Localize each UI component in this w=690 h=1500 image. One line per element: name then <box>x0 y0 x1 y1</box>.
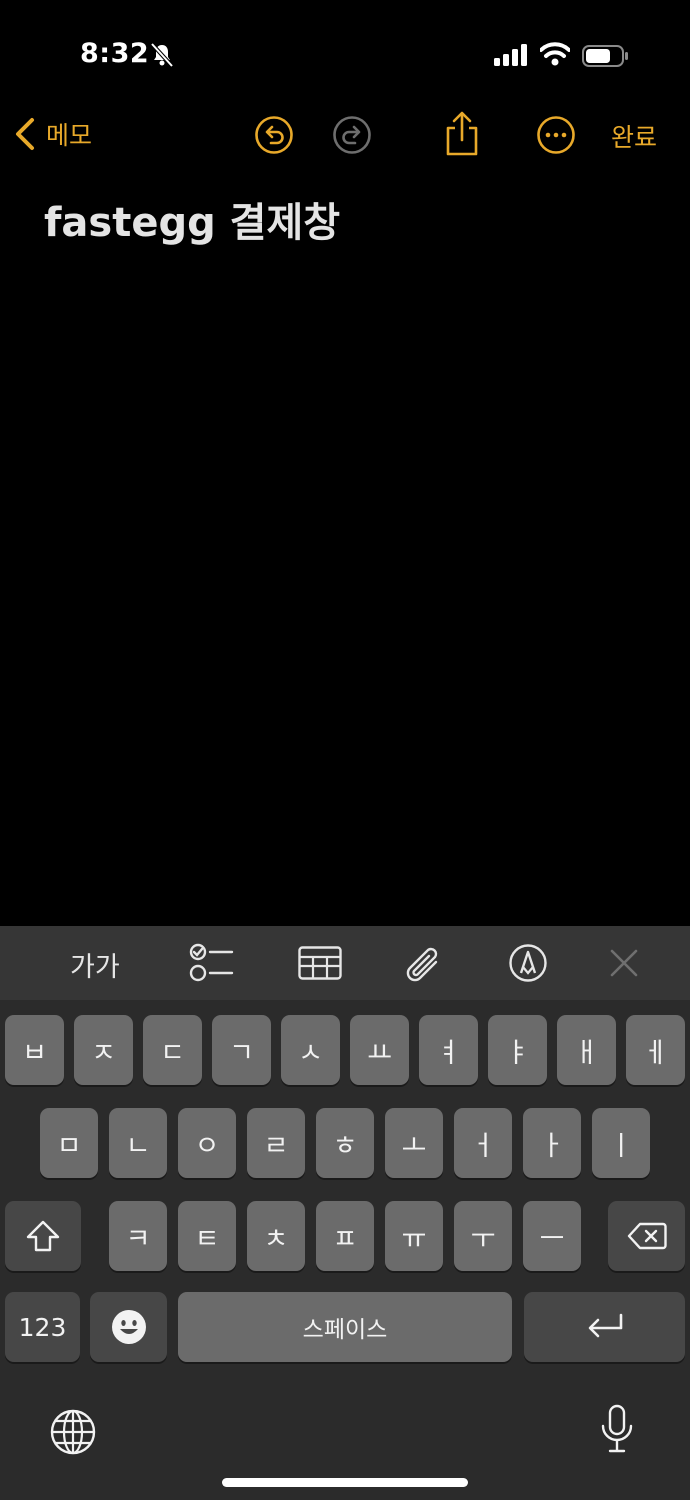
chevron-left-icon <box>16 118 34 150</box>
key-19[interactable]: ㅣ <box>592 1108 650 1178</box>
cellular-signal-icon <box>494 44 527 66</box>
emoji-key[interactable] <box>90 1292 167 1362</box>
markup-pen-icon[interactable] <box>508 943 548 983</box>
back-button-label: 메모 <box>46 121 93 150</box>
key-6[interactable]: ㅛ <box>350 1015 409 1085</box>
key-7[interactable]: ㅕ <box>419 1015 478 1085</box>
key-26[interactable]: ㅡ <box>523 1201 581 1271</box>
close-keyboard-icon[interactable] <box>608 947 640 979</box>
key-17[interactable]: ㅓ <box>454 1108 512 1178</box>
key-3[interactable]: ㄷ <box>143 1015 202 1085</box>
shift-icon <box>26 1220 60 1252</box>
key-2[interactable]: ㅈ <box>74 1015 133 1085</box>
key-16[interactable]: ㅗ <box>385 1108 443 1178</box>
redo-icon[interactable] <box>332 115 372 155</box>
checklist-icon[interactable] <box>188 942 234 984</box>
wifi-icon <box>540 42 570 66</box>
key-5[interactable]: ㅅ <box>281 1015 340 1085</box>
key-4[interactable]: ㄱ <box>212 1015 271 1085</box>
paperclip-icon[interactable] <box>404 942 446 986</box>
numbers-key[interactable]: 123 <box>5 1292 80 1362</box>
undo-icon[interactable] <box>254 115 294 155</box>
space-key[interactable]: 스페이스 <box>178 1292 512 1362</box>
keyboard: 가가 ㅂ ㅈ ㄷ ㄱ ㅅ ㅛ ㅕ ㅑ ㅐ ㅔ ㅁ ㄴ ㅇ ㄹ ㅎ ㅗ ㅓ ㅏ ㅣ… <box>0 926 690 1500</box>
status-time: 8:32 <box>80 38 150 69</box>
key-9[interactable]: ㅐ <box>557 1015 616 1085</box>
table-icon[interactable] <box>298 946 342 980</box>
delete-backspace-icon <box>627 1222 667 1250</box>
key-25[interactable]: ㅜ <box>454 1201 512 1271</box>
home-indicator <box>222 1478 468 1487</box>
key-12[interactable]: ㄴ <box>109 1108 167 1178</box>
return-icon <box>588 1313 622 1338</box>
back-button[interactable]: 메모 <box>14 116 92 152</box>
done-button[interactable]: 완료 <box>611 118 657 154</box>
key-22[interactable]: ㅊ <box>247 1201 305 1271</box>
silent-bell-icon <box>150 42 174 68</box>
globe-icon[interactable] <box>50 1409 96 1455</box>
delete-key[interactable] <box>608 1201 685 1271</box>
key-20[interactable]: ㅋ <box>109 1201 167 1271</box>
key-14[interactable]: ㄹ <box>247 1108 305 1178</box>
keyboard-toolbar: 가가 <box>0 926 690 1000</box>
share-icon[interactable] <box>442 110 482 158</box>
key-8[interactable]: ㅑ <box>488 1015 547 1085</box>
microphone-icon[interactable] <box>600 1404 634 1456</box>
key-13[interactable]: ㅇ <box>178 1108 236 1178</box>
key-1[interactable]: ㅂ <box>5 1015 64 1085</box>
return-key[interactable] <box>524 1292 685 1362</box>
battery-icon <box>582 45 628 67</box>
key-24[interactable]: ㅠ <box>385 1201 443 1271</box>
key-10[interactable]: ㅔ <box>626 1015 685 1085</box>
key-11[interactable]: ㅁ <box>40 1108 98 1178</box>
key-23[interactable]: ㅍ <box>316 1201 374 1271</box>
note-title[interactable]: fastegg 결제창 <box>44 190 340 248</box>
text-format-button[interactable]: 가가 <box>70 944 120 984</box>
shift-key[interactable] <box>5 1201 81 1271</box>
emoji-icon <box>111 1310 146 1344</box>
key-15[interactable]: ㅎ <box>316 1108 374 1178</box>
key-18[interactable]: ㅏ <box>523 1108 581 1178</box>
more-options-icon[interactable] <box>536 115 576 155</box>
key-21[interactable]: ㅌ <box>178 1201 236 1271</box>
